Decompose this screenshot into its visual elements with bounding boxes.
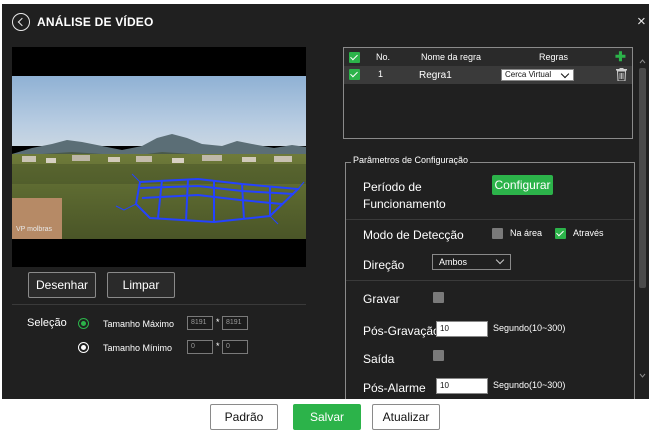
scroll-down-icon[interactable] bbox=[639, 372, 646, 379]
max-separator: * bbox=[216, 317, 220, 327]
min-size-radio[interactable] bbox=[78, 342, 89, 353]
min-separator: * bbox=[216, 341, 220, 351]
period-label-line2: Funcionamento bbox=[363, 197, 446, 211]
rule-type-select[interactable]: Cerca Virtual bbox=[501, 69, 574, 81]
select-all-checkbox[interactable] bbox=[349, 52, 360, 63]
virtual-fence-overlay[interactable] bbox=[12, 76, 306, 239]
col-name-header: Nome da regra bbox=[421, 52, 482, 62]
scrollbar-thumb[interactable] bbox=[639, 68, 646, 288]
draw-button[interactable]: Desenhar bbox=[28, 272, 96, 298]
min-width-input[interactable]: 0 bbox=[187, 340, 213, 354]
through-label: Através bbox=[573, 228, 604, 238]
post-alarm-unit: Segundo(10~300) bbox=[493, 380, 566, 390]
direction-label: Direção bbox=[363, 258, 405, 272]
post-record-unit: Segundo(10~300) bbox=[493, 323, 566, 333]
refresh-button[interactable]: Atualizar bbox=[372, 404, 440, 430]
divider bbox=[346, 219, 634, 220]
row-no: 1 bbox=[378, 69, 384, 79]
in-area-label: Na área bbox=[510, 228, 543, 238]
post-alarm-label: Pós-Alarme bbox=[363, 381, 426, 395]
in-area-checkbox[interactable] bbox=[492, 228, 503, 239]
clear-button[interactable]: Limpar bbox=[107, 272, 175, 298]
table-header: No. Nome da regra Regras ✚ bbox=[344, 48, 632, 66]
through-checkbox[interactable] bbox=[555, 228, 566, 239]
col-no-header: No. bbox=[376, 52, 391, 62]
divider bbox=[12, 304, 306, 305]
post-alarm-input[interactable]: 10 bbox=[436, 378, 488, 394]
max-size-radio[interactable] bbox=[78, 318, 89, 329]
params-legend: Parâmetros de Configuração bbox=[351, 155, 471, 165]
period-label-line1: Período de bbox=[363, 180, 422, 194]
max-height-input[interactable]: 8191 bbox=[222, 316, 248, 330]
record-label: Gravar bbox=[363, 292, 400, 306]
min-size-label: Tamanho Mínimo bbox=[103, 343, 173, 353]
row-name: Regra1 bbox=[419, 70, 452, 81]
app-frame: ANÁLISE DE VÍDEO × VP molbras Desenhar L… bbox=[0, 0, 651, 438]
record-checkbox[interactable] bbox=[433, 292, 444, 303]
back-circle-icon[interactable] bbox=[12, 13, 30, 31]
watermark-text: VP molbras bbox=[16, 226, 53, 233]
min-height-input[interactable]: 0 bbox=[222, 340, 248, 354]
col-rules-header: Regras bbox=[539, 52, 569, 62]
row-checkbox[interactable] bbox=[349, 69, 360, 80]
configure-button[interactable]: Configurar bbox=[492, 175, 553, 195]
divider bbox=[346, 280, 634, 281]
scroll-up-icon[interactable] bbox=[639, 58, 646, 65]
video-preview[interactable]: VP molbras bbox=[12, 47, 306, 267]
direction-select[interactable]: Ambos bbox=[432, 254, 511, 270]
output-label: Saída bbox=[363, 352, 395, 366]
plus-icon[interactable]: ✚ bbox=[615, 50, 626, 63]
save-button[interactable]: Salvar bbox=[293, 404, 361, 430]
default-button[interactable]: Padrão bbox=[210, 404, 278, 430]
rules-table: No. Nome da regra Regras ✚ 1 Regra1 Cerc… bbox=[343, 47, 633, 139]
post-record-label: Pós-Gravação bbox=[363, 324, 440, 338]
max-size-label: Tamanho Máximo bbox=[103, 319, 175, 329]
detection-mode-label: Modo de Detecção bbox=[363, 228, 464, 242]
output-checkbox[interactable] bbox=[433, 350, 444, 361]
max-width-input[interactable]: 8191 bbox=[187, 316, 213, 330]
trash-icon[interactable] bbox=[616, 68, 627, 81]
camera-image: VP molbras bbox=[12, 76, 306, 239]
table-row[interactable]: 1 Regra1 Cerca Virtual bbox=[344, 66, 632, 84]
selection-label: Seleção bbox=[27, 317, 67, 329]
close-icon[interactable]: × bbox=[637, 14, 646, 29]
post-record-input[interactable]: 10 bbox=[436, 321, 488, 337]
page-title: ANÁLISE DE VÍDEO bbox=[37, 15, 154, 29]
